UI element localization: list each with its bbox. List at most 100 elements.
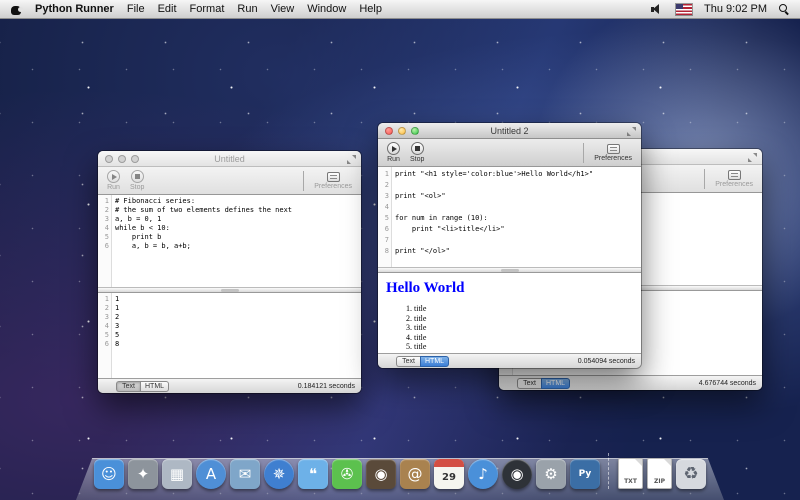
minimize-button[interactable] — [398, 127, 406, 135]
dock-icon-glyph: Py — [579, 470, 592, 479]
line-number-gutter: 1 2 3 4 5 6 — [98, 195, 112, 287]
html-list-item: title — [414, 333, 635, 343]
app-menu[interactable]: Python Runner — [35, 3, 114, 15]
stop-button[interactable]: Stop — [130, 170, 144, 191]
menu-item[interactable]: View — [271, 3, 295, 15]
menu-items: File Edit Format Run View Window Help — [127, 3, 382, 15]
window-untitled-2: Untitled 2 Run Stop Preferences 1 2 3 4 … — [378, 123, 641, 368]
rendered-ordered-list: titletitletitletitletitletitle — [384, 304, 635, 353]
window-title: Untitled 2 — [490, 126, 528, 136]
dvd-player-icon[interactable]: ◉ — [502, 459, 532, 489]
finder-icon[interactable]: ☺ — [94, 459, 124, 489]
fullscreen-icon[interactable] — [748, 153, 757, 162]
preferences-button[interactable]: Preferences — [594, 144, 632, 162]
html-mode-button[interactable]: HTML — [420, 356, 449, 367]
close-button[interactable] — [385, 127, 393, 135]
menu-bar-clock[interactable]: Thu 9:02 PM — [704, 3, 767, 15]
address-book-icon[interactable]: @ — [400, 459, 430, 489]
dock-icon-glyph: A — [206, 467, 216, 482]
python-runner-icon[interactable]: Py — [570, 459, 600, 489]
output-mode-segmented-control: Text HTML — [116, 381, 169, 392]
close-button[interactable] — [105, 155, 113, 163]
html-mode-button[interactable]: HTML — [140, 381, 169, 392]
menu-item[interactable]: Help — [359, 3, 382, 15]
status-bar: Text HTML 0.184121 seconds — [98, 378, 361, 393]
dock-icon-glyph: ♪ — [478, 467, 488, 482]
apple-logo-icon[interactable] — [10, 3, 22, 16]
fullscreen-icon[interactable] — [627, 127, 636, 136]
minimize-button[interactable] — [118, 155, 126, 163]
txt-document-icon[interactable]: TXT — [618, 458, 643, 489]
run-button[interactable]: Run — [387, 142, 400, 163]
stop-icon — [131, 170, 144, 183]
menu-item[interactable]: Format — [190, 3, 225, 15]
dock-icon-glyph: ◉ — [374, 467, 387, 482]
menu-bar-status: Thu 9:02 PM — [651, 3, 790, 15]
zip-document-icon[interactable]: ZIP — [647, 458, 672, 489]
preferences-icon — [607, 144, 620, 154]
app-store-icon[interactable]: A — [196, 459, 226, 489]
dock: ☺ ✦ ▦ A ✉ ✵ ❝ ✇ ◉ @ 29 ♪ — [76, 444, 724, 500]
dock-icon-glyph: ✦ — [137, 467, 150, 482]
text-mode-button[interactable]: Text — [396, 356, 420, 367]
spotlight-search-icon[interactable] — [779, 4, 790, 15]
text-mode-button[interactable]: Text — [116, 381, 140, 392]
dock-icon-glyph: TXT — [624, 479, 637, 485]
menu-item[interactable]: Edit — [158, 3, 177, 15]
window-untitled: Untitled Run Stop Preferences 1 2 3 4 5 … — [98, 151, 361, 393]
system-preferences-icon[interactable]: ⚙ — [536, 459, 566, 489]
menu-item[interactable]: Run — [237, 3, 257, 15]
text-mode-button[interactable]: Text — [517, 378, 541, 389]
toolbar-separator — [704, 169, 705, 189]
dock-icon-glyph: 29 — [442, 473, 456, 483]
dock-icon-glyph: ✵ — [273, 467, 286, 482]
launchpad-icon[interactable]: ✦ — [128, 459, 158, 489]
safari-icon[interactable]: ✵ — [264, 459, 294, 489]
dock-icon-glyph: ZIP — [654, 479, 665, 485]
mail-icon[interactable]: ✉ — [230, 459, 260, 489]
zoom-button[interactable] — [131, 155, 139, 163]
fullscreen-icon[interactable] — [347, 155, 356, 164]
output-mode-segmented-control: Text HTML — [396, 356, 449, 367]
code-editor[interactable]: # Fibonacci series: # the sum of two ele… — [112, 195, 361, 287]
dock-icons: ☺ ✦ ▦ A ✉ ✵ ❝ ✇ ◉ @ 29 ♪ — [92, 453, 708, 489]
output-mode-segmented-control: Text HTML — [517, 378, 570, 389]
preferences-button[interactable]: Preferences — [715, 170, 753, 188]
output-line-number-gutter: 1 2 3 4 5 6 — [98, 293, 112, 378]
toolbar: Run Stop Preferences — [378, 139, 641, 167]
execution-time: 0.054094 seconds — [578, 358, 635, 365]
menu-item[interactable]: Window — [307, 3, 346, 15]
dock-icon-glyph: ☺ — [101, 467, 117, 482]
run-button[interactable]: Run — [107, 170, 120, 191]
title-bar[interactable]: Untitled 2 — [378, 123, 641, 139]
ichat-icon[interactable]: ❝ — [298, 459, 328, 489]
dock-icon-glyph: ⚙ — [544, 467, 557, 482]
dock-icon-glyph: ▦ — [170, 467, 184, 482]
html-list-item: title — [414, 323, 635, 333]
preferences-icon — [728, 170, 741, 180]
dock-icon-glyph: ✇ — [341, 467, 354, 482]
photo-booth-icon[interactable]: ◉ — [366, 459, 396, 489]
toolbar-separator — [303, 171, 304, 191]
status-bar: Text HTML 0.054094 seconds — [378, 353, 641, 368]
pane-splitter[interactable] — [378, 267, 641, 273]
preferences-button[interactable]: Preferences — [314, 172, 352, 190]
title-bar[interactable]: Untitled — [98, 151, 361, 167]
itunes-icon[interactable]: ♪ — [468, 459, 498, 489]
zoom-button[interactable] — [411, 127, 419, 135]
volume-icon[interactable] — [651, 4, 664, 15]
facetime-icon[interactable]: ✇ — [332, 459, 362, 489]
output-text: 1 1 2 3 5 8 — [112, 293, 361, 378]
trash-icon[interactable]: ♻ — [676, 459, 706, 489]
menu-item[interactable]: File — [127, 3, 145, 15]
code-editor[interactable]: print "<h1 style='color:blue'>Hello Worl… — [392, 167, 641, 267]
input-language-flag-icon[interactable] — [676, 4, 692, 15]
mission-control-icon[interactable]: ▦ — [162, 459, 192, 489]
ical-icon[interactable]: 29 — [434, 459, 464, 489]
toolbar: Run Stop Preferences — [98, 167, 361, 195]
stop-button[interactable]: Stop — [410, 142, 424, 163]
rendered-heading: Hello World — [386, 280, 635, 297]
pane-splitter[interactable] — [98, 287, 361, 293]
html-mode-button[interactable]: HTML — [541, 378, 570, 389]
stop-label: Stop — [410, 156, 424, 163]
